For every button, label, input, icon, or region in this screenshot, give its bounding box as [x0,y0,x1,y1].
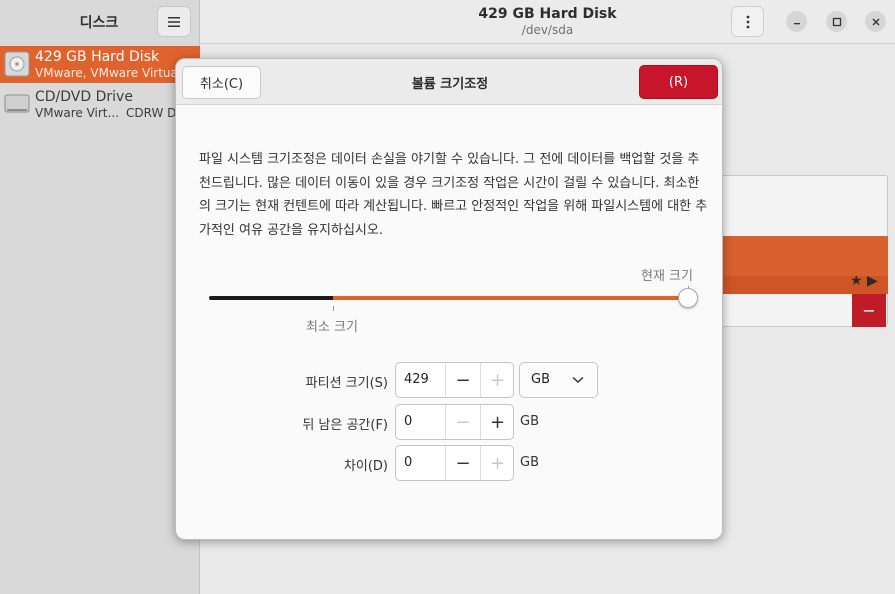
free-space-following-label: 뒤 남은 공간(F) [302,418,388,433]
main-header: 429 GB Hard Disk /dev/sda [200,0,895,44]
play-icon: ▶ [867,273,878,289]
disk-model: VMware Virt... [35,106,119,120]
sidebar-title: 디스크 [79,15,119,31]
disk-list-item-hard-disk[interactable]: 429 GB Hard Disk VMware, VMware Virtual … [0,46,200,83]
sidebar: 디스크 429 GB Hard Disk VMware, VMware Virt… [0,0,200,594]
resize-volume-dialog: 취소(C) 볼륨 크기조정 (R) 파일 시스템 크기조정은 데이터 손실을 야… [175,58,723,540]
maximize-button[interactable] [826,11,847,32]
minus-icon: − [455,452,471,474]
hard-disk-icon [4,51,30,77]
minus-icon: − [455,411,471,433]
optical-drive-icon [4,94,30,113]
maximize-icon [832,17,841,26]
partition-size-increment-button[interactable]: + [480,363,514,397]
close-icon [872,18,879,25]
disk-name: 429 GB Hard Disk [35,49,160,65]
partition-size-label: 파티션 크기(S) [305,376,388,391]
cancel-button[interactable]: 취소(C) [182,66,261,99]
minus-icon: − [862,301,876,320]
difference-decrement-button[interactable]: − [445,446,480,480]
disk-name: CD/DVD Drive [35,89,133,105]
free-space-decrement-button[interactable]: − [445,405,480,439]
difference-unit: GB [520,455,539,470]
minimum-size-label: 최소 크기 [306,320,358,335]
partition-size-input[interactable]: 429 [404,372,429,387]
delete-partition-button[interactable]: − [852,294,886,327]
difference-increment-button[interactable]: + [480,446,514,480]
kebab-menu-icon [746,15,749,28]
hamburger-icon [168,16,180,27]
dialog-description: 파일 시스템 크기조정은 데이터 손실을 야기할 수 있습니다. 그 전에 데이… [199,152,708,238]
sidebar-header: 디스크 [0,0,199,44]
difference-label: 차이(D) [343,459,388,474]
partition-flags: ★ ▶ [850,273,878,289]
free-space-unit: GB [520,414,539,429]
free-space-increment-button[interactable]: + [480,405,514,439]
plus-icon: + [489,411,506,433]
size-unit-value: GB [531,372,550,387]
slider-track-minimum [209,296,333,300]
current-size-label: 현재 크기 [641,269,693,284]
partition-size-decrement-button[interactable]: − [445,363,480,397]
size-unit-dropdown[interactable]: GB [519,362,598,398]
plus-icon: + [489,452,506,474]
main-menu-button[interactable] [157,6,191,37]
disk-model: VMware, VMware Virtual S [35,66,193,80]
difference-spinbutton[interactable]: 0 − + [395,445,514,481]
partition-size-spinbutton[interactable]: 429 − + [395,362,514,398]
chevron-down-icon [572,376,584,384]
drive-options-button[interactable] [731,6,764,37]
close-window-button[interactable] [865,11,886,32]
minimize-icon [793,22,800,24]
minimum-size-tick [333,306,334,311]
slider-track-fill [333,296,689,300]
free-space-following-spinbutton[interactable]: 0 − + [395,404,514,440]
resize-button[interactable]: (R) [639,65,718,99]
plus-icon: + [489,369,506,391]
size-slider-handle[interactable] [678,288,698,308]
dialog-header: 취소(C) 볼륨 크기조정 (R) [176,59,722,105]
disk-list-item-cd-dvd[interactable]: CD/DVD Drive VMware Virt... CDRW Dri [0,86,200,123]
minus-icon: − [455,369,471,391]
star-icon: ★ [850,273,863,289]
difference-input[interactable]: 0 [404,455,412,470]
free-space-following-input[interactable]: 0 [404,414,412,429]
minimize-button[interactable] [786,11,807,32]
